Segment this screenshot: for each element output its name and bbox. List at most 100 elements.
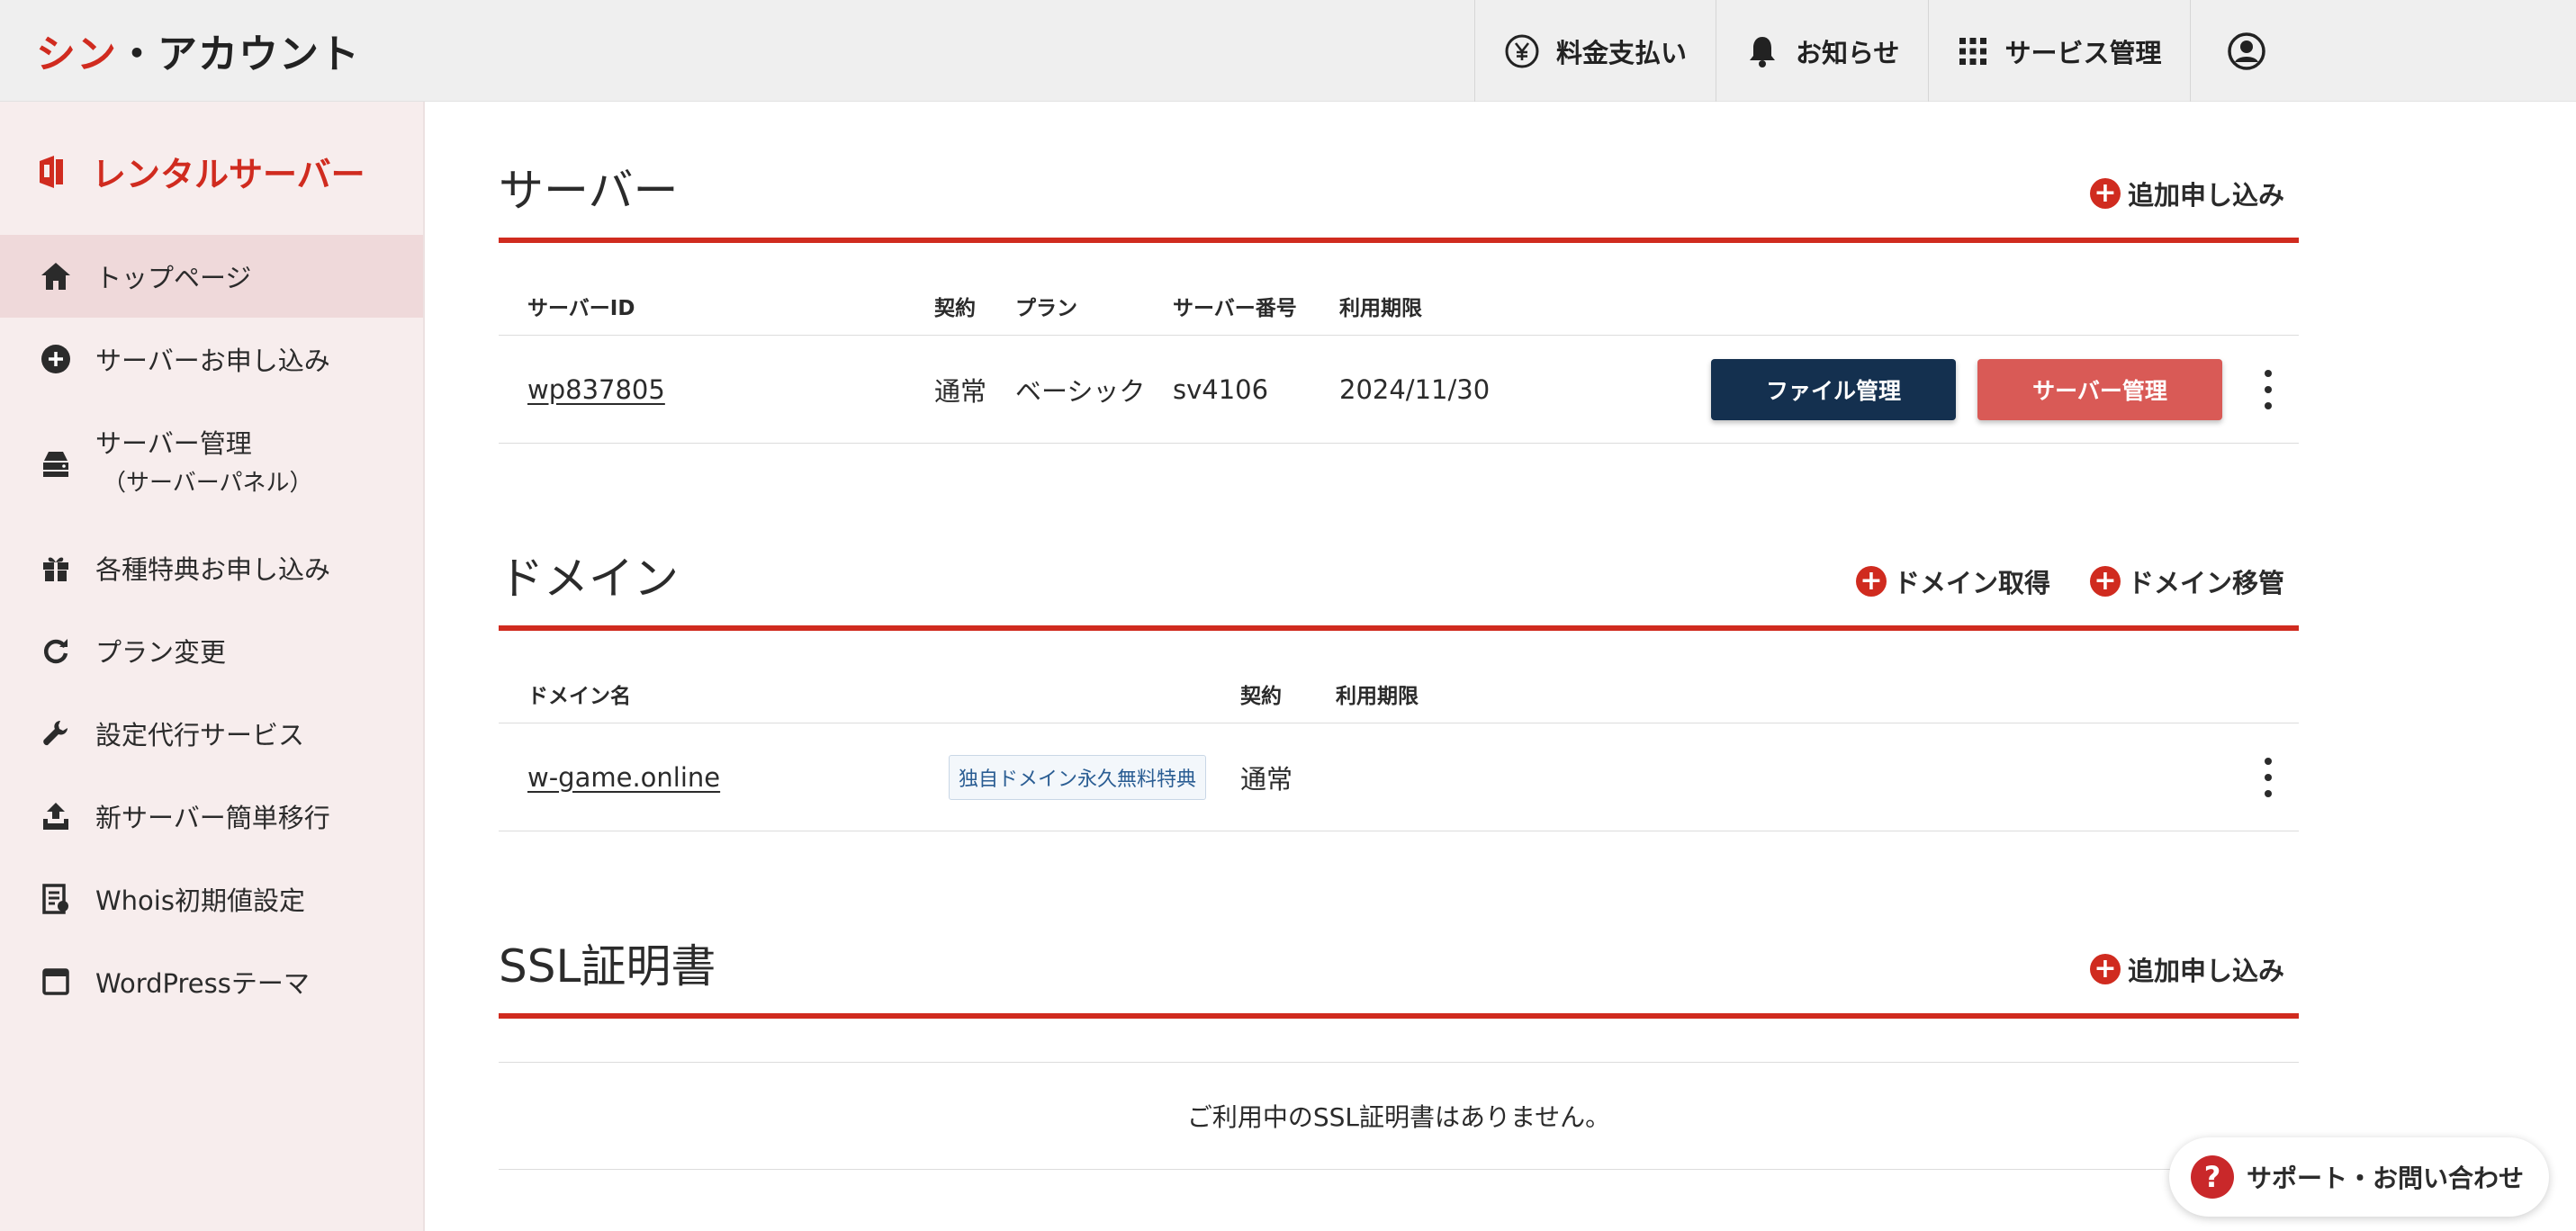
support-label: サポート・お問い合わせ [2247, 1164, 2525, 1193]
server-table-header: サーバーID 契約 プラン サーバー番号 利用期限 [499, 243, 2299, 336]
server-section: サーバー + 追加申し込み サーバーID 契約 プラン サーバー番号 利用期限 … [499, 102, 2299, 444]
rental-server-icon [40, 155, 63, 188]
nav-services[interactable]: サービス管理 [1928, 0, 2190, 102]
sidebar-item-label: トップページ [95, 263, 252, 293]
top-nav: 料金支払い お知らせ サービス管理 [1474, 0, 2319, 102]
server-section-actions: + 追加申し込み [2089, 175, 2284, 212]
table-row: wp837805 通常 ベーシック sv4106 2024/11/30 ファイル… [499, 336, 2299, 444]
server-more-menu-icon[interactable] [2259, 369, 2277, 409]
domain-name-link[interactable]: w-game.online [527, 762, 720, 793]
column-expiry: 利用期限 [1336, 685, 1419, 708]
ssl-section-actions: + 追加申し込み [2089, 950, 2284, 988]
server-add-button[interactable]: + 追加申し込み [2089, 175, 2284, 212]
sidebar-item-text: サーバー管理 （サーバーパネル） [95, 424, 312, 503]
ssl-section-title: SSL証明書 [499, 940, 716, 993]
server-expiry-value: 2024/11/30 [1339, 373, 1491, 405]
plus-icon: + [2089, 566, 2121, 597]
ssl-empty-row: ご利用中のSSL証明書はありません。 [499, 1062, 2299, 1170]
nav-billing[interactable]: 料金支払い [1474, 0, 1716, 102]
server-id-link[interactable]: wp837805 [527, 374, 665, 405]
domain-more-menu-icon[interactable] [2259, 757, 2277, 797]
sidebar-item-label: サーバーお申し込み [95, 346, 330, 376]
sidebar-title: レンタルサーバー [36, 147, 365, 196]
sidebar-item-setup-service[interactable]: 設定代行サービス [0, 692, 423, 775]
server-manage-button[interactable]: サーバー管理 [1977, 358, 2222, 420]
user-avatar-icon [2228, 31, 2266, 70]
support-contact-button[interactable]: ? サポート・お問い合わせ [2169, 1137, 2549, 1217]
domain-section-title: ドメイン [499, 553, 679, 605]
app-logo[interactable]: シン ・アカウント [36, 27, 360, 77]
yen-icon [1505, 34, 1539, 67]
free-domain-badge: 独自ドメイン永久無料特典 [949, 754, 1207, 800]
nav-account[interactable] [2190, 0, 2319, 102]
server-add-label: 追加申し込み [2127, 180, 2284, 211]
sidebar-item-benefits[interactable]: 各種特典お申し込み [0, 526, 423, 609]
sidebar-item-label: 新サーバー簡単移行 [95, 803, 330, 833]
nav-notices[interactable]: お知らせ [1716, 0, 1928, 102]
logo-text-red: シン [36, 31, 117, 77]
server-icon [38, 445, 74, 481]
column-contract: 契約 [1240, 685, 1282, 708]
nav-billing-label: 料金支払い [1556, 37, 1688, 68]
domain-table-header: ドメイン名 契約 利用期限 [499, 631, 2299, 723]
domain-acquire-button[interactable]: + ドメイン取得 [1855, 562, 2050, 600]
server-number-value: sv4106 [1173, 373, 1269, 405]
file-manager-button[interactable]: ファイル管理 [1711, 358, 1956, 420]
sidebar-item-label: 設定代行サービス [95, 720, 305, 750]
column-domain-name: ドメイン名 [527, 685, 631, 708]
sidebar-item-server-apply[interactable]: サーバーお申し込み [0, 318, 423, 400]
column-server-id: サーバーID [527, 297, 635, 320]
plus-icon: + [2089, 954, 2121, 984]
plus-circle-icon [38, 341, 74, 377]
sidebar-item-label: 各種特典お申し込み [95, 554, 331, 585]
domain-transfer-button[interactable]: + ドメイン移管 [2089, 562, 2284, 600]
domain-section-header: ドメイン + ドメイン取得 + ドメイン移管 [499, 496, 2299, 631]
sidebar-item-label: Whois初期値設定 [95, 885, 305, 916]
refresh-icon [38, 633, 74, 669]
sidebar-item-plan-change[interactable]: プラン変更 [0, 609, 423, 692]
home-icon [38, 258, 74, 294]
sidebar-title-label: レンタルサーバー [92, 155, 365, 194]
ssl-add-button[interactable]: + 追加申し込み [2089, 950, 2284, 988]
sidebar-item-sublabel: （サーバーパネル） [103, 470, 313, 497]
plus-icon: + [2089, 178, 2121, 209]
server-section-title: サーバー [499, 165, 679, 217]
nav-services-label: サービス管理 [2004, 37, 2162, 68]
main-content: サーバー + 追加申し込み サーバーID 契約 プラン サーバー番号 利用期限 … [499, 102, 2299, 1170]
domain-contract-value: 通常 [1240, 763, 1293, 795]
logo-text-dark: ・アカウント [117, 31, 360, 77]
server-section-header: サーバー + 追加申し込み [499, 102, 2299, 243]
plus-icon: + [1855, 566, 1887, 597]
wrench-icon [38, 715, 74, 751]
ssl-section-header: SSL証明書 + 追加申し込み [499, 884, 2299, 1019]
column-contract: 契約 [934, 297, 976, 320]
upload-icon [38, 798, 74, 834]
sidebar-item-whois[interactable]: Whois初期値設定 [0, 858, 423, 940]
sidebar-item-label: WordPressテーマ [95, 968, 310, 999]
server-contract-value: 通常 [934, 375, 987, 407]
domain-section: ドメイン + ドメイン取得 + ドメイン移管 ドメイン名 契約 利用期限 w-g… [499, 496, 2299, 831]
sidebar-item-top-page[interactable]: トップページ [0, 235, 423, 318]
window-icon [38, 964, 74, 1000]
bell-icon [1750, 36, 1776, 67]
sidebar-item-label: サーバー管理 [95, 428, 252, 459]
table-row: w-game.online 独自ドメイン永久無料特典 通常 [499, 723, 2299, 831]
domain-transfer-label: ドメイン移管 [2127, 568, 2284, 598]
sidebar-item-wordpress-theme[interactable]: WordPressテーマ [0, 940, 423, 1023]
nav-notices-label: お知らせ [1796, 37, 1900, 68]
sidebar-item-migration[interactable]: 新サーバー簡単移行 [0, 775, 423, 858]
sidebar-item-server-manage[interactable]: サーバー管理 （サーバーパネル） [0, 400, 423, 526]
top-header: シン ・アカウント 料金支払い お知らせ サービス管理 [0, 0, 2576, 102]
ssl-add-label: 追加申し込み [2127, 956, 2284, 986]
help-icon: ? [2191, 1155, 2234, 1199]
server-plan-value: ベーシック [1015, 375, 1146, 407]
sidebar-item-label: プラン変更 [95, 637, 227, 668]
column-expiry: 利用期限 [1339, 297, 1422, 320]
document-icon [38, 881, 74, 917]
grid-icon [1959, 37, 1987, 65]
gift-icon [38, 550, 74, 586]
domain-section-actions: + ドメイン取得 + ドメイン移管 [1855, 562, 2284, 600]
domain-acquire-label: ドメイン取得 [1893, 568, 2050, 598]
column-plan: プラン [1015, 297, 1077, 320]
column-server-number: サーバー番号 [1173, 297, 1297, 320]
